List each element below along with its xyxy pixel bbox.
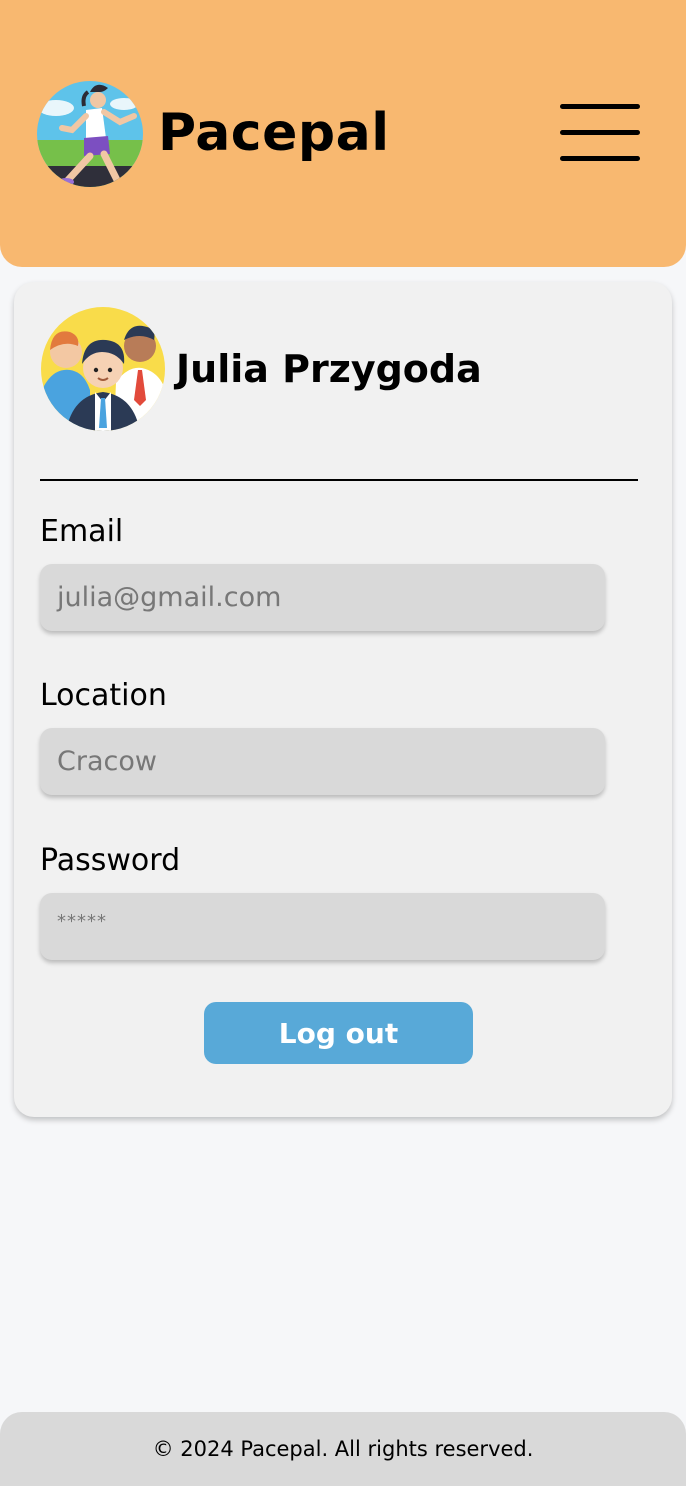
section-divider <box>40 479 638 481</box>
password-label: Password <box>40 843 181 878</box>
team-avatar-icon <box>40 306 166 432</box>
email-field[interactable]: julia@gmail.com <box>40 564 605 631</box>
location-field[interactable]: Cracow <box>40 728 605 795</box>
footer: © 2024 Pacepal. All rights reserved. <box>0 1412 686 1486</box>
logout-button[interactable]: Log out <box>204 1002 473 1064</box>
profile-card: Julia Przygoda Email julia@gmail.com Loc… <box>14 282 672 1117</box>
hamburger-menu-icon[interactable] <box>560 104 640 164</box>
user-name: Julia Przygoda <box>176 347 482 391</box>
brand-name[interactable]: Pacepal <box>158 102 390 164</box>
email-label: Email <box>40 514 124 549</box>
location-label: Location <box>40 678 167 713</box>
password-field[interactable]: ***** <box>40 893 605 960</box>
app-header: Pacepal <box>0 0 686 267</box>
footer-copyright: © 2024 Pacepal. All rights reserved. <box>152 1437 534 1461</box>
runner-logo-icon[interactable] <box>36 78 144 188</box>
